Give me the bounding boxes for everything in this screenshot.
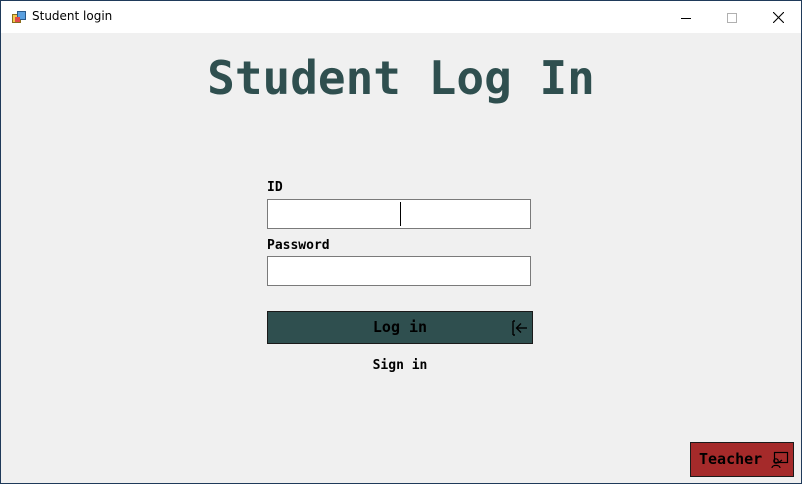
id-label: ID — [267, 180, 283, 195]
teacher-button-label: Teacher — [699, 450, 763, 468]
log-in-icon — [511, 319, 529, 337]
login-button-label: Log in — [372, 318, 428, 336]
sign-in-link[interactable]: Sign in — [267, 358, 533, 373]
presentation-icon — [771, 451, 789, 469]
id-input[interactable] — [267, 199, 531, 229]
teacher-button[interactable]: Teacher — [690, 442, 794, 477]
login-button[interactable]: Log in — [267, 311, 533, 344]
window-title: Student login — [32, 9, 113, 23]
minimize-icon — [681, 8, 691, 27]
minimize-button[interactable] — [663, 1, 709, 33]
maximize-button[interactable] — [709, 1, 755, 33]
maximize-icon — [727, 8, 737, 27]
password-input[interactable] — [267, 256, 531, 286]
text-caret — [400, 202, 401, 226]
password-label: Password — [267, 238, 330, 253]
page-title: Student Log In — [207, 51, 595, 105]
app-icon — [12, 10, 26, 24]
close-icon — [772, 8, 784, 27]
login-window: Student login Student Log In ID Password… — [0, 0, 802, 484]
close-button[interactable] — [755, 1, 801, 33]
title-bar[interactable]: Student login — [1, 1, 801, 33]
